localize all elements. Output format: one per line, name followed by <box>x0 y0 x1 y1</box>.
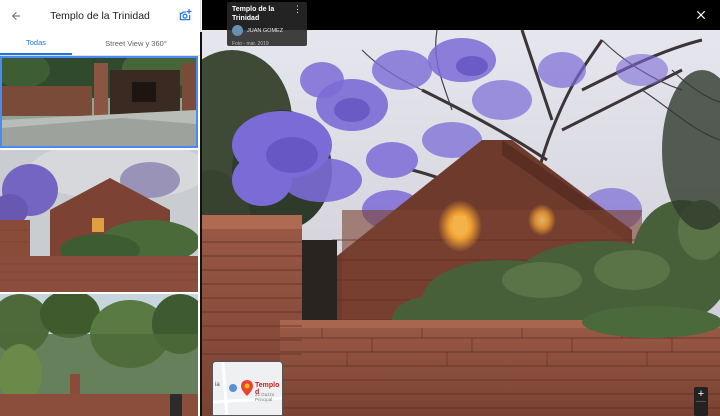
photo-place-title: Templo de la Trinidad <box>232 6 275 22</box>
photo-author[interactable]: JUAN GOMEZ <box>232 25 302 36</box>
close-icon[interactable] <box>694 8 708 22</box>
tab-all[interactable]: Todas <box>0 32 72 55</box>
panel-title: Templo de la Trinidad <box>50 10 150 22</box>
map-side-label: ia <box>215 382 220 388</box>
photo-thumbnail[interactable] <box>0 150 198 292</box>
main-photo[interactable] <box>202 30 720 416</box>
back-arrow-icon[interactable] <box>8 8 24 24</box>
photos-panel: Templo de la Trinidad Todas Street View … <box>0 0 200 416</box>
avatar <box>232 25 243 36</box>
zoom-in-button[interactable]: + <box>694 387 708 401</box>
mini-map[interactable]: ia Templo d 22 Guzzo Principal <box>212 361 283 416</box>
map-sub-label: 22 Guzzo Principal <box>255 392 275 402</box>
panel-header: Templo de la Trinidad <box>0 0 200 32</box>
photo-info-card: Templo de la Trinidad ⋮ JUAN GOMEZ Foto … <box>227 2 307 47</box>
photo-thumbnail[interactable] <box>0 56 198 148</box>
photo-viewer[interactable]: Templo de la Trinidad ⋮ JUAN GOMEZ Foto … <box>202 0 720 416</box>
photo-thumbnail[interactable] <box>0 294 198 416</box>
more-options-icon[interactable]: ⋮ <box>293 5 302 14</box>
map-pin-icon <box>241 380 253 401</box>
author-name: JUAN GOMEZ <box>247 27 284 34</box>
zoom-separator <box>696 401 706 402</box>
photo-date: Foto - mar. 2019 <box>232 41 269 47</box>
zoom-control: + <box>694 387 708 416</box>
add-photo-icon[interactable] <box>178 8 192 22</box>
photo-tabs: Todas Street View y 360° <box>0 32 200 56</box>
tab-street-view[interactable]: Street View y 360° <box>72 32 200 55</box>
